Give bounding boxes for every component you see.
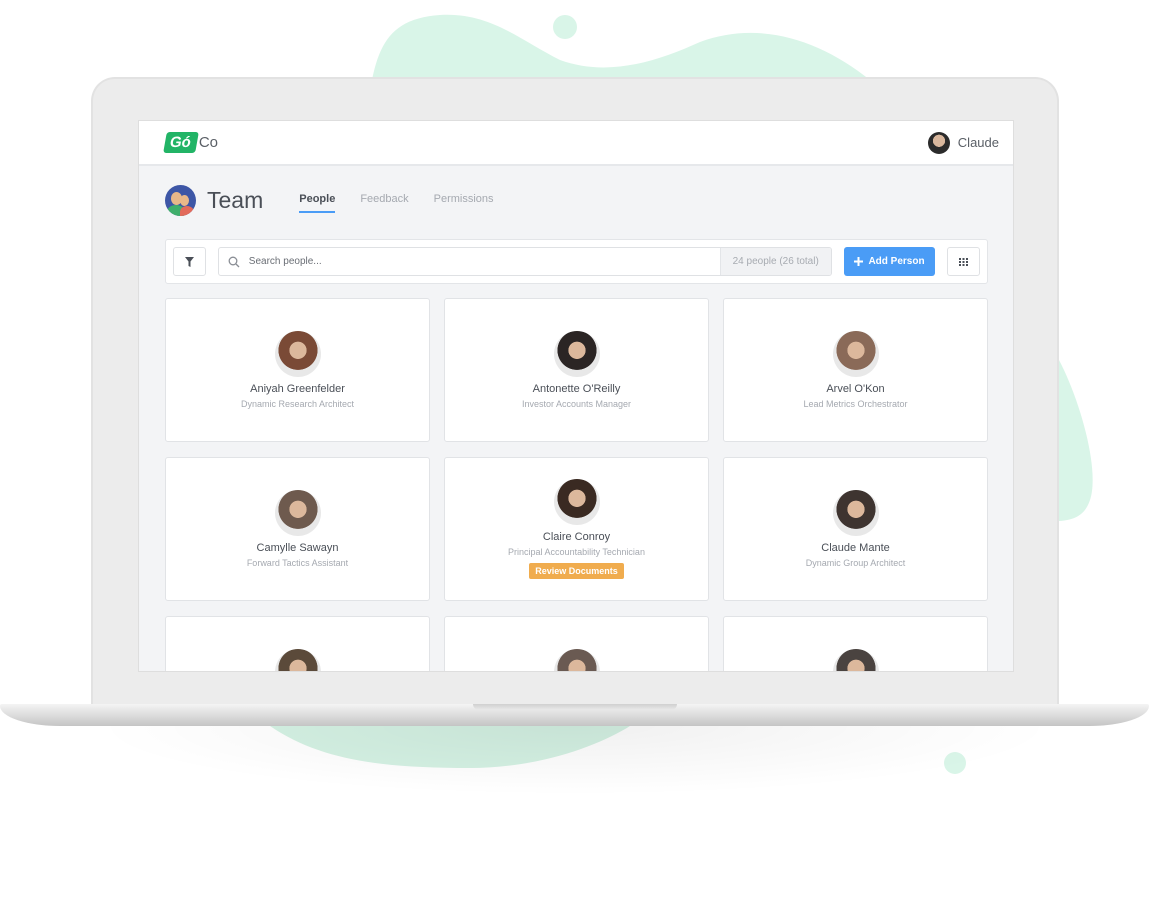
- grid-icon: [959, 257, 969, 266]
- person-role: Forward Tactics Assistant: [246, 558, 349, 568]
- person-avatar: [832, 331, 879, 377]
- person-avatar: [553, 649, 600, 671]
- review-documents-badge[interactable]: Review Documents: [529, 563, 624, 579]
- person-card[interactable]: Claude Mante Dynamic Group Architect: [723, 457, 988, 601]
- tab-bar: People Feedback Permissions: [299, 189, 494, 213]
- plus-icon: [854, 257, 864, 266]
- add-person-label: Add Person: [868, 256, 925, 267]
- page-title: Team: [207, 187, 264, 213]
- user-avatar: [927, 131, 950, 154]
- toolbar: 24 people (26 total) Add Person: [165, 239, 988, 284]
- person-avatar: [274, 649, 321, 671]
- person-name: Antonette O'Reilly: [532, 383, 621, 395]
- person-avatar: [832, 649, 879, 671]
- person-card[interactable]: Camylle Sawayn Forward Tactics Assistant: [165, 457, 430, 601]
- filter-icon: [184, 256, 194, 267]
- person-name: Camylle Sawayn: [256, 542, 339, 554]
- user-menu[interactable]: Claude: [927, 131, 999, 154]
- person-card[interactable]: Arvel O'Kon Lead Metrics Orchestrator: [723, 298, 988, 442]
- laptop-notch: [473, 704, 677, 710]
- filter-button[interactable]: [173, 247, 206, 276]
- person-avatar: [553, 479, 600, 525]
- search-input[interactable]: [248, 256, 720, 267]
- background-blob-right: [1059, 360, 1093, 521]
- add-person-button[interactable]: Add Person: [843, 247, 936, 276]
- person-name: Aniyah Greenfelder: [250, 383, 345, 395]
- person-avatar: [274, 331, 321, 377]
- team-icon: [165, 185, 196, 216]
- person-role: Dynamic Research Architect: [240, 399, 355, 409]
- app-screen: Gó Co Claude Team People Feedback Permis…: [138, 120, 1014, 672]
- search-box: 24 people (26 total): [217, 247, 832, 276]
- person-card[interactable]: [723, 616, 988, 671]
- person-card[interactable]: Aniyah Greenfelder Dynamic Research Arch…: [165, 298, 430, 442]
- person-role: Principal Accountability Technician: [508, 547, 645, 557]
- grid-view-button[interactable]: [947, 247, 980, 276]
- person-avatar: [553, 331, 600, 377]
- person-name: Claude Mante: [821, 542, 890, 554]
- person-role: Dynamic Group Architect: [805, 558, 906, 568]
- person-role: Investor Accounts Manager: [521, 399, 632, 409]
- people-count: 24 people (26 total): [719, 248, 831, 275]
- logo-text: Co: [198, 134, 219, 151]
- user-name: Claude: [957, 135, 999, 150]
- person-card[interactable]: [444, 616, 709, 671]
- person-card[interactable]: [165, 616, 430, 671]
- tab-feedback[interactable]: Feedback: [360, 189, 408, 213]
- page-header: Team People Feedback Permissions: [165, 185, 494, 216]
- background-dot-top: [553, 15, 577, 39]
- person-name: Claire Conroy: [542, 531, 611, 543]
- top-bar: Gó Co Claude: [139, 121, 1013, 166]
- tab-people[interactable]: People: [299, 189, 336, 213]
- person-role: Lead Metrics Orchestrator: [803, 399, 908, 409]
- person-card[interactable]: Claire Conroy Principal Accountability T…: [444, 457, 709, 601]
- person-name: Arvel O'Kon: [826, 383, 885, 395]
- person-avatar: [832, 490, 879, 536]
- background-blob-top: [372, 14, 870, 80]
- tab-permissions[interactable]: Permissions: [434, 189, 494, 213]
- people-grid: Aniyah Greenfelder Dynamic Research Arch…: [165, 298, 988, 671]
- person-avatar: [274, 490, 321, 536]
- search-icon: [219, 256, 249, 268]
- laptop-shadow: [90, 726, 1060, 796]
- logo-mark: Gó: [163, 132, 199, 153]
- person-card[interactable]: Antonette O'Reilly Investor Accounts Man…: [444, 298, 709, 442]
- logo[interactable]: Gó Co: [163, 132, 219, 153]
